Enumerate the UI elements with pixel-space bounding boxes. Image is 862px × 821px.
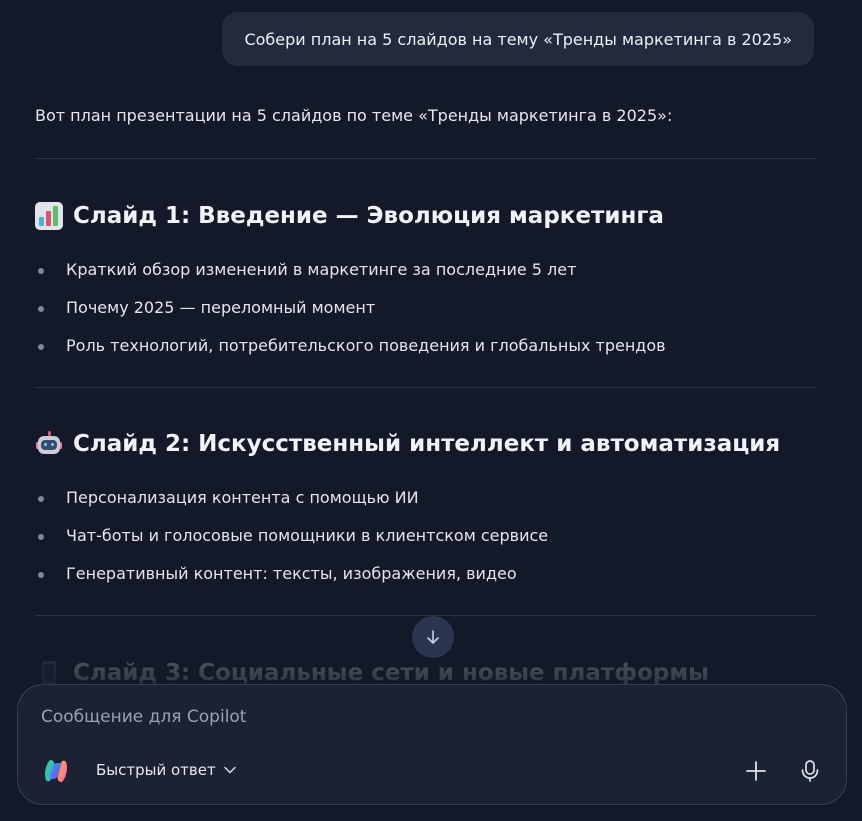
list-item: Роль технологий, потребительского поведе… (35, 334, 666, 372)
slide-1-heading: Слайд 1: Введение — Эволюция маркетинга (35, 202, 664, 230)
bar-chart-icon (35, 202, 63, 230)
copilot-logo-icon[interactable] (42, 757, 70, 785)
mobile-phone-icon (35, 659, 63, 687)
arrow-down-icon (427, 630, 439, 644)
list-item: Чат-боты и голосовые помощники в клиентс… (35, 524, 548, 562)
message-input[interactable]: Сообщение для Copilot (41, 707, 246, 727)
list-item: Персонализация контента с помощью ИИ (35, 486, 548, 524)
microphone-button[interactable] (796, 757, 824, 785)
slide-1-bullets: Краткий обзор изменений в маркетинге за … (35, 258, 666, 372)
answer-intro: Вот план презентации на 5 слайдов по тем… (35, 106, 673, 125)
response-mode-dropdown[interactable]: Быстрый ответ (96, 761, 236, 779)
list-item: Генеративный контент: тексты, изображени… (35, 562, 548, 600)
add-attachment-button[interactable] (742, 757, 770, 785)
plus-icon (746, 761, 766, 781)
slide-2-heading: Слайд 2: Искусственный интеллект и автом… (35, 430, 780, 458)
slide-1-title: Слайд 1: Введение — Эволюция маркетинга (73, 203, 664, 229)
list-item: Краткий обзор изменений в маркетинге за … (35, 258, 666, 296)
scroll-down-button[interactable] (412, 616, 454, 658)
divider (35, 158, 815, 159)
slide-3-heading: Слайд 3: Социальные сети и новые платфор… (35, 659, 709, 687)
divider (35, 615, 815, 616)
robot-icon (35, 430, 63, 458)
message-composer: Сообщение для Copilot Быстрый ответ (17, 684, 847, 805)
response-mode-label: Быстрый ответ (96, 761, 216, 779)
slide-2-title: Слайд 2: Искусственный интеллект и автом… (73, 431, 781, 457)
divider (35, 387, 815, 388)
chat-window: Собери план на 5 слайдов на тему «Тренды… (0, 0, 862, 821)
list-item: Почему 2025 — переломный момент (35, 296, 666, 334)
user-message-bubble: Собери план на 5 слайдов на тему «Тренды… (222, 12, 814, 66)
slide-2-bullets: Персонализация контента с помощью ИИ Чат… (35, 486, 548, 600)
chevron-down-icon (223, 766, 236, 774)
microphone-icon (801, 760, 819, 782)
user-message-text: Собери план на 5 слайдов на тему «Тренды… (244, 29, 792, 49)
slide-3-title: Слайд 3: Социальные сети и новые платфор… (73, 660, 709, 686)
